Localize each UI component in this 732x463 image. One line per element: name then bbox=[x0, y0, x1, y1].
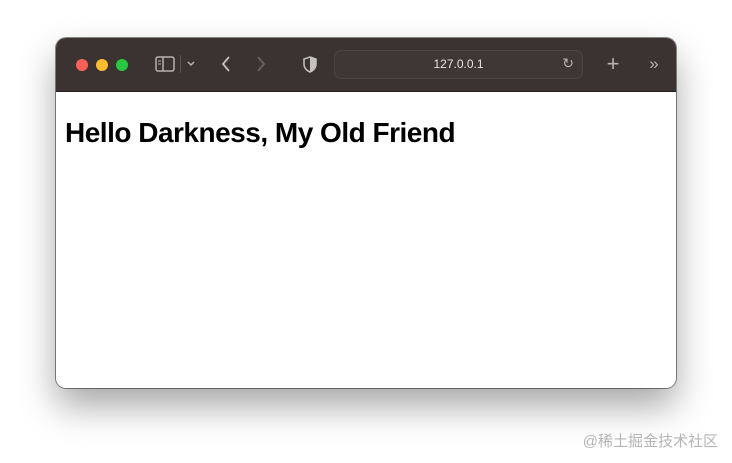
watermark: @稀土掘金技术社区 bbox=[582, 433, 718, 450]
url-text: 127.0.0.1 bbox=[433, 57, 484, 71]
shield-icon[interactable] bbox=[300, 53, 320, 75]
zoom-window-button[interactable] bbox=[116, 59, 128, 71]
page-heading: Hello Darkness, My Old Friend bbox=[65, 117, 456, 148]
page-content: Hello Darkness, My Old Friend bbox=[56, 92, 676, 388]
sidebar-toggle-icon[interactable] bbox=[154, 53, 176, 75]
forward-icon[interactable] bbox=[253, 53, 269, 75]
close-window-button[interactable] bbox=[76, 59, 88, 71]
reload-icon[interactable]: ↻ bbox=[562, 55, 574, 72]
address-bar[interactable]: 127.0.0.1 ↻ bbox=[334, 50, 583, 79]
chevron-down-icon[interactable] bbox=[185, 53, 197, 75]
toolbar-divider bbox=[180, 55, 181, 73]
new-tab-icon[interactable]: + bbox=[603, 51, 623, 76]
more-tools-icon[interactable]: » bbox=[644, 53, 664, 75]
minimize-window-button[interactable] bbox=[96, 59, 108, 71]
browser-toolbar: 127.0.0.1 ↻ + » bbox=[56, 38, 676, 92]
back-icon[interactable] bbox=[218, 53, 234, 75]
browser-window: 127.0.0.1 ↻ + » Hello Darkness, My Old F… bbox=[56, 38, 676, 388]
